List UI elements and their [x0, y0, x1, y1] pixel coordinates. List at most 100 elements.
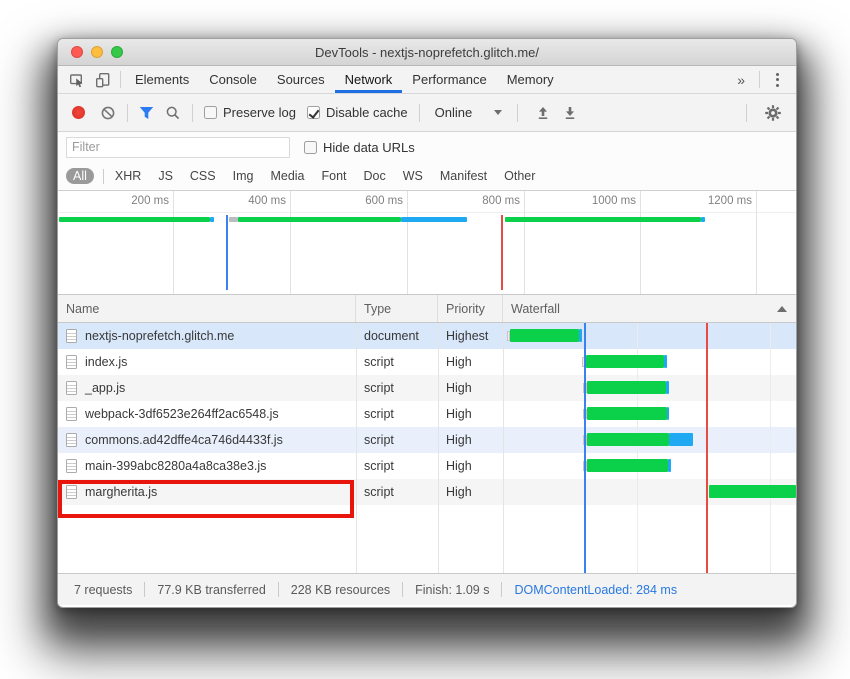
tab-elements[interactable]: Elements	[125, 66, 199, 93]
separator	[127, 104, 128, 122]
search-icon[interactable]	[165, 105, 181, 121]
tab-performance[interactable]: Performance	[402, 66, 496, 93]
request-row[interactable]: commons.ad42dffe4ca746d4433f.jsscriptHig…	[58, 427, 796, 453]
type-filter-media[interactable]: Media	[268, 168, 306, 184]
column-header-type[interactable]: Type	[356, 295, 438, 322]
devtools-window: DevTools - nextjs-noprefetch.glitch.me/ …	[57, 38, 797, 608]
column-separator	[356, 323, 357, 573]
filter-row: Hide data URLs	[58, 132, 796, 162]
resource-icon	[66, 355, 77, 369]
type-filter-css[interactable]: CSS	[188, 168, 218, 184]
request-row[interactable]: nextjs-noprefetch.glitch.medocumentHighe…	[58, 323, 796, 349]
type-filter-img[interactable]: Img	[231, 168, 256, 184]
type-filter-other[interactable]: Other	[502, 168, 537, 184]
column-header-label: Type	[364, 302, 391, 316]
resource-icon	[66, 381, 77, 395]
highlight-annotation-box	[58, 480, 354, 518]
more-tabs-icon[interactable]: »	[727, 66, 755, 93]
type-filter-ws[interactable]: WS	[401, 168, 425, 184]
import-har-icon[interactable]	[535, 105, 551, 121]
overview-bar-segment	[238, 217, 401, 222]
load-event-line	[706, 323, 708, 573]
request-row[interactable]: index.jsscriptHigh	[58, 349, 796, 375]
request-name-cell: _app.js	[58, 375, 356, 401]
filter-icon[interactable]	[139, 106, 154, 120]
column-separator	[438, 323, 439, 573]
tab-strip: ElementsConsoleSourcesNetworkPerformance…	[125, 66, 564, 93]
request-row[interactable]: main-399abc8280a4a8ca38e3.jsscriptHigh	[58, 453, 796, 479]
waterfall-waiting-bar	[669, 433, 693, 446]
request-row[interactable]: webpack-3df6523e264ff2ac6548.jsscriptHig…	[58, 401, 796, 427]
tab-memory[interactable]: Memory	[497, 66, 564, 93]
column-header-priority[interactable]: Priority	[438, 295, 503, 322]
tab-network[interactable]: Network	[335, 66, 403, 93]
disable-cache-label: Disable cache	[326, 105, 408, 120]
request-waterfall-cell	[503, 401, 796, 427]
kebab-menu-icon[interactable]	[764, 66, 790, 93]
separator	[517, 104, 518, 122]
overview-dcl-line	[226, 215, 228, 290]
waterfall-waiting-bar	[667, 407, 669, 420]
waterfall-waiting-bar	[666, 381, 669, 394]
type-filter-font[interactable]: Font	[320, 168, 349, 184]
preserve-log-label: Preserve log	[223, 105, 296, 120]
panel-tab-bar: ElementsConsoleSourcesNetworkPerformance…	[58, 66, 796, 94]
request-priority-cell: High	[438, 479, 503, 505]
disable-cache-checkbox[interactable]: Disable cache	[307, 105, 408, 120]
requests-grid: Name Type Priority Waterfall nextjs-noprefe…	[58, 295, 796, 573]
resource-icon	[66, 433, 77, 447]
request-priority-cell: High	[438, 427, 503, 453]
overview-bar-segment	[505, 217, 701, 222]
network-toolbar: Preserve log Disable cache Online	[58, 94, 796, 132]
status-bar: 7 requests77.9 KB transferred228 KB reso…	[58, 573, 796, 605]
status-item: 7 requests	[62, 583, 144, 597]
tab-console[interactable]: Console	[199, 66, 267, 93]
filter-input[interactable]	[66, 137, 290, 158]
timeline-overview[interactable]: 200 ms400 ms600 ms800 ms1000 ms1200 ms	[58, 191, 796, 295]
export-har-icon[interactable]	[562, 105, 578, 121]
request-waterfall-cell	[503, 375, 796, 401]
device-toolbar-icon[interactable]	[90, 66, 116, 93]
minimize-button[interactable]	[91, 46, 103, 58]
type-filter-js[interactable]: JS	[156, 168, 175, 184]
request-row[interactable]: _app.jsscriptHigh	[58, 375, 796, 401]
resource-type-filters: All XHR JS CSS Img Media Font Doc WS Manifest Othe…	[58, 162, 796, 191]
preserve-log-checkbox[interactable]: Preserve log	[204, 105, 296, 120]
separator	[759, 71, 760, 88]
type-filter-manifest[interactable]: Manifest	[438, 168, 489, 184]
request-waterfall-cell	[503, 453, 796, 479]
waterfall-download-bar	[587, 381, 666, 394]
throttling-select[interactable]: Online	[431, 105, 507, 120]
record-button[interactable]	[72, 106, 85, 119]
resource-icon	[66, 459, 77, 473]
type-filter-doc[interactable]: Doc	[362, 168, 388, 184]
request-name-cell: commons.ad42dffe4ca746d4433f.js	[58, 427, 356, 453]
inspect-element-icon[interactable]	[64, 66, 90, 93]
request-name-cell: main-399abc8280a4a8ca38e3.js	[58, 453, 356, 479]
waterfall-download-bar	[587, 433, 669, 446]
type-filter-all[interactable]: All	[66, 168, 94, 184]
column-header-label: Waterfall	[511, 302, 560, 316]
checkbox-box[interactable]	[204, 106, 217, 119]
separator	[120, 71, 121, 88]
request-type-cell: document	[356, 323, 438, 349]
request-priority-cell: High	[438, 375, 503, 401]
tab-sources[interactable]: Sources	[267, 66, 335, 93]
overview-tick-label: 400 ms	[226, 195, 286, 207]
zoom-button[interactable]	[111, 46, 123, 58]
separator	[192, 104, 193, 122]
clear-icon[interactable]	[100, 105, 116, 121]
checkbox-box[interactable]	[304, 141, 317, 154]
gear-icon[interactable]	[764, 104, 782, 122]
hide-data-urls-checkbox[interactable]: Hide data URLs	[304, 140, 415, 155]
type-filter-xhr[interactable]: XHR	[113, 168, 143, 184]
close-button[interactable]	[71, 46, 83, 58]
checkbox-box[interactable]	[307, 106, 320, 119]
column-header-waterfall[interactable]: Waterfall	[503, 295, 796, 322]
request-name: main-399abc8280a4a8ca38e3.js	[85, 459, 266, 473]
request-waterfall-cell	[503, 349, 796, 375]
overview-gridline	[524, 191, 525, 294]
overview-tick-label: 800 ms	[460, 195, 520, 207]
request-name: nextjs-noprefetch.glitch.me	[85, 329, 234, 343]
column-header-name[interactable]: Name	[58, 295, 356, 322]
